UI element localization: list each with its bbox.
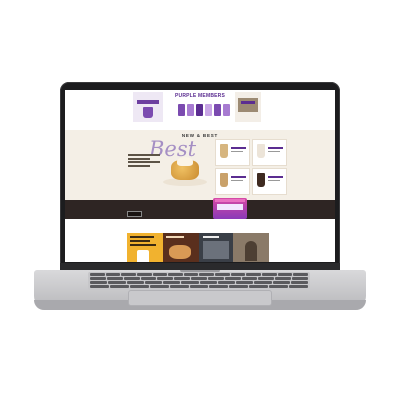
laptop-screen: PURPLE MEMBERS NEW & BEST Best: [65, 90, 335, 262]
drink-icon: [257, 144, 265, 158]
hero-section: NEW & BEST Best: [65, 130, 335, 200]
hero-copy-line: [128, 161, 160, 163]
hero-copy-line: [128, 154, 160, 156]
promo-section: PURPLE MEMBERS: [65, 90, 335, 130]
person-image: [245, 241, 257, 261]
gift-box-lid: [215, 199, 245, 202]
cup-icon: [137, 250, 149, 262]
product-desc-line: [268, 180, 280, 182]
trackpad[interactable]: [128, 290, 272, 306]
promo-pill: [214, 104, 221, 116]
hero-copy: [128, 154, 160, 168]
product-name-line: [268, 176, 283, 178]
product-card[interactable]: [252, 139, 287, 166]
promo-pill: [196, 104, 203, 116]
cup-icon: [143, 107, 153, 118]
promo-card-left[interactable]: [133, 92, 163, 122]
product-name-line: [231, 176, 246, 178]
section-label: NEW & BEST: [181, 133, 219, 138]
news-title-line: [130, 236, 154, 238]
product-card[interactable]: [215, 168, 250, 195]
product-card[interactable]: [215, 139, 250, 166]
news-strip: [127, 233, 269, 262]
gift-box-label: [217, 204, 243, 210]
promo-pill-row: [178, 104, 230, 116]
drink-icon: [220, 144, 228, 158]
drink-icon: [257, 173, 265, 187]
product-name-line: [231, 147, 246, 149]
news-title-line: [130, 240, 150, 242]
cream-topping-image: [177, 157, 193, 166]
spacer: [65, 219, 335, 233]
news-title-line: [166, 236, 184, 238]
product-name-line: [268, 147, 283, 149]
product-desc-line: [268, 151, 280, 153]
gift-box-image: [213, 198, 247, 219]
key-row: [88, 284, 310, 288]
hero-copy-line: [128, 157, 151, 160]
promo-title: PURPLE MEMBERS: [174, 93, 226, 99]
news-card[interactable]: [127, 233, 163, 262]
news-card[interactable]: [163, 233, 199, 262]
drink-icon: [220, 173, 228, 187]
product-desc-line: [231, 180, 243, 182]
banner-button[interactable]: [127, 211, 142, 217]
key-row: [88, 276, 310, 280]
promo-card-right[interactable]: [235, 92, 261, 122]
news-title-line: [203, 236, 219, 238]
news-card[interactable]: [233, 233, 269, 262]
product-grid: [215, 139, 287, 195]
promo-card-left-bar: [137, 100, 159, 104]
product-desc-line: [231, 151, 243, 153]
store-sign: [241, 101, 255, 104]
food-image: [169, 245, 191, 259]
keyboard: [88, 272, 310, 290]
news-title-line: [130, 244, 156, 246]
product-card[interactable]: [252, 168, 287, 195]
dark-banner: [65, 198, 335, 219]
promo-pill: [205, 104, 212, 116]
store-image: [203, 241, 229, 259]
hero-copy-line: [128, 164, 151, 167]
news-card[interactable]: [199, 233, 233, 262]
promo-pill: [187, 104, 194, 116]
promo-pill: [223, 104, 230, 116]
promo-pill: [178, 104, 185, 116]
